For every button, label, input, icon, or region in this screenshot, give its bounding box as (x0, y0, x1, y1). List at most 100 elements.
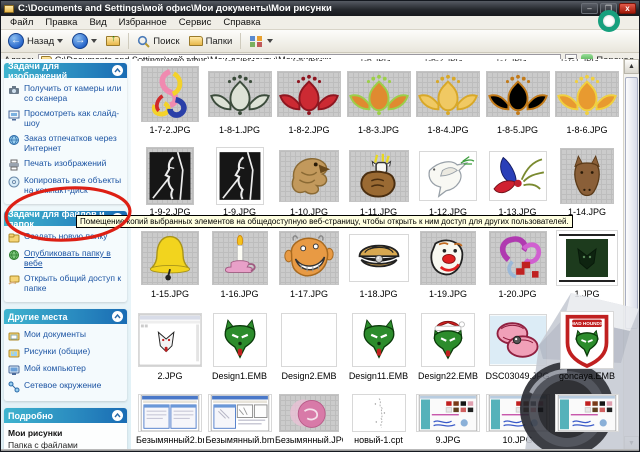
file-item[interactable]: Design1.EMB (206, 311, 274, 381)
file-thumbnail[interactable] (141, 66, 199, 122)
file-thumbnail[interactable]: MAD HOUNDS (560, 311, 614, 369)
file-label[interactable]: 1-8-3.JPG (345, 125, 413, 135)
file-label[interactable]: Безымянный.JPG (275, 435, 343, 445)
sidebar-item[interactable]: Открыть общий доступ к папке (8, 273, 123, 293)
sidebar-item[interactable]: Создать новую папку (8, 231, 123, 243)
sidebar-item[interactable]: Заказ отпечатков через Интернет (8, 133, 123, 153)
file-thumbnail[interactable] (556, 230, 618, 286)
file-label[interactable]: 1-15.JPG (136, 289, 204, 299)
file-thumbnail[interactable] (279, 150, 339, 202)
file-item[interactable]: 1-17.JPG (275, 229, 343, 299)
file-item[interactable]: 1-14.JPG (553, 147, 621, 217)
file-item[interactable]: 2.JPG (136, 311, 204, 381)
file-label[interactable]: новый-1.cpt (345, 435, 413, 445)
file-thumbnail[interactable] (346, 71, 411, 117)
file-item[interactable]: новый-1.cpt (345, 393, 413, 445)
file-thumbnail[interactable] (279, 231, 339, 285)
file-label[interactable]: 9.JPG (414, 435, 482, 445)
file-thumbnail[interactable] (560, 148, 614, 204)
file-thumbnail[interactable] (215, 147, 264, 205)
file-item[interactable]: Design11.EMB (345, 311, 413, 381)
file-thumbnail[interactable] (351, 394, 406, 432)
file-thumbnail[interactable] (485, 394, 550, 432)
vertical-scrollbar[interactable]: ▲ ▼ (623, 59, 639, 451)
back-button[interactable]: ← Назад (5, 32, 66, 50)
file-label[interactable]: 1-8-6.JPG (553, 125, 621, 135)
file-label[interactable]: 1-16.JPG (206, 289, 274, 299)
sidebar-item[interactable]: Опубликовать папку в вебе (8, 248, 123, 268)
file-item[interactable]: 1-20.JPG (484, 229, 552, 299)
sidebar-panel-header[interactable]: Другие места (4, 309, 127, 324)
file-item[interactable]: 1-16.JPG (206, 229, 274, 299)
file-thumbnail[interactable] (416, 71, 480, 117)
file-item[interactable]: 1-8-1.JPG (206, 65, 274, 135)
file-thumbnail[interactable] (420, 231, 476, 285)
views-button[interactable] (246, 34, 276, 49)
file-label[interactable]: 1-8-2.JPG (275, 125, 343, 135)
file-item[interactable]: 1-8-6.JPG (553, 65, 621, 135)
file-item[interactable]: Design2.EMB (275, 311, 343, 381)
sidebar-item[interactable]: Получить от камеры или со сканера (8, 83, 123, 103)
file-thumbnail[interactable] (138, 394, 202, 432)
sidebar-item[interactable]: Мои документы (8, 329, 123, 341)
file-item[interactable]: 1-15.JPG (136, 229, 204, 299)
file-thumbnail[interactable] (555, 71, 619, 117)
close-button[interactable]: x (619, 3, 636, 14)
file-item[interactable]: MAD HOUNDS goncaya.EMB (553, 311, 621, 381)
file-item[interactable]: Безымянный.bmp (206, 393, 274, 445)
file-label[interactable]: Design11.EMB (345, 371, 413, 381)
file-item[interactable]: 1-9-2.JPG (136, 147, 204, 217)
collapse-chevron-icon[interactable] (112, 65, 123, 76)
file-item[interactable]: 10.JPG (484, 393, 552, 445)
file-thumbnail[interactable] (488, 151, 547, 201)
file-item[interactable] (553, 393, 621, 445)
file-item[interactable]: Безымянный.JPG (275, 393, 343, 445)
scroll-up-button[interactable]: ▲ (624, 59, 639, 74)
scrollbar-track[interactable] (624, 74, 639, 436)
file-thumbnail[interactable] (212, 313, 267, 367)
file-thumbnail[interactable] (207, 71, 272, 117)
file-thumbnail[interactable] (351, 313, 406, 367)
file-thumbnail[interactable] (211, 231, 268, 285)
file-thumbnail[interactable] (348, 234, 409, 282)
back-dropdown-icon[interactable] (57, 39, 64, 43)
file-thumbnail[interactable] (277, 71, 341, 117)
file-thumbnail[interactable] (419, 151, 477, 201)
file-label[interactable]: 1-17.JPG (275, 289, 343, 299)
file-label[interactable]: 1-8-4.JPG (414, 125, 482, 135)
menu-item-0[interactable]: Файл (5, 17, 38, 28)
file-item[interactable]: 1-9.JPG (206, 147, 274, 217)
file-thumbnail[interactable] (421, 313, 475, 367)
file-thumbnail[interactable] (485, 71, 550, 117)
file-label[interactable]: Безымянный.bmp (206, 435, 274, 445)
file-thumbnail[interactable] (348, 150, 409, 202)
file-label[interactable]: 1-20.JPG (484, 289, 552, 299)
file-item[interactable]: Безымянный2.bmp (136, 393, 204, 445)
file-list-area[interactable]: Downloaded Albums1-4.JPG1-5.JPG1-6.JPG1-… (131, 59, 623, 451)
file-thumbnail[interactable] (279, 394, 339, 432)
file-item[interactable]: 1-8-5.JPG (484, 65, 552, 135)
file-item[interactable]: 1-8-2.JPG (275, 65, 343, 135)
menu-item-1[interactable]: Правка (40, 17, 82, 28)
file-item[interactable]: 1-8-3.JPG (345, 65, 413, 135)
details-panel-header[interactable]: Подробно (4, 408, 127, 423)
file-item[interactable]: 1-19.JPG (414, 229, 482, 299)
collapse-chevron-icon[interactable] (112, 410, 123, 421)
file-item[interactable]: 1-18.JPG (345, 229, 413, 299)
file-thumbnail[interactable] (281, 313, 337, 367)
file-item[interactable]: 1.JPG (553, 229, 621, 299)
sidebar-item[interactable]: Сетевое окружение (8, 380, 123, 393)
file-label[interactable]: 1-8-1.JPG (206, 125, 274, 135)
forward-dropdown-icon[interactable] (91, 39, 98, 43)
file-label[interactable]: DSC03049.JPG (484, 371, 552, 381)
file-label[interactable]: 1.JPG (553, 289, 621, 299)
sidebar-item[interactable]: Копировать все объекты на компакт-диск (8, 175, 123, 195)
minimize-button[interactable]: – (581, 3, 598, 14)
file-item[interactable]: 1-7-2.JPG (136, 65, 204, 135)
collapse-chevron-icon[interactable] (112, 311, 123, 322)
file-thumbnail[interactable] (416, 394, 480, 432)
file-thumbnail[interactable] (207, 394, 272, 432)
file-thumbnail[interactable] (138, 313, 202, 367)
sidebar-item[interactable]: Мой компьютер (8, 363, 123, 375)
file-thumbnail[interactable] (146, 147, 194, 205)
